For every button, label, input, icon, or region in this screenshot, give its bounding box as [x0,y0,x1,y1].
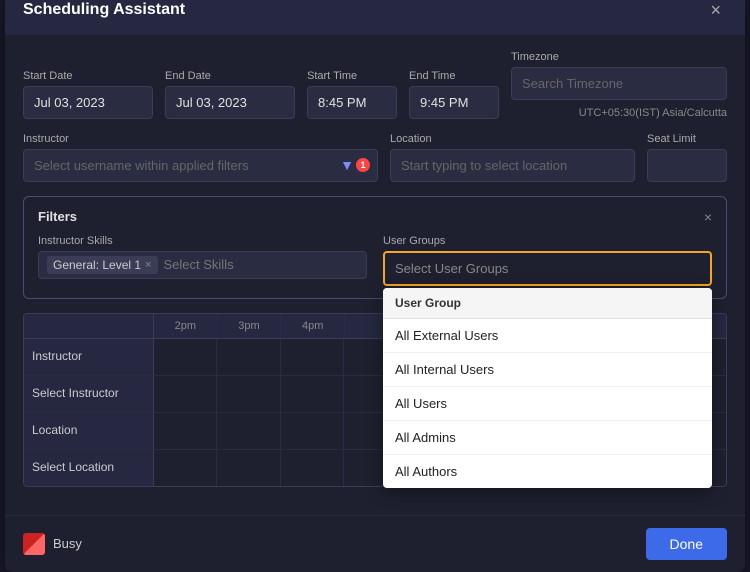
location-label: Location [390,133,635,145]
busy-label: Busy [53,536,82,551]
seat-limit-field: Seat Limit [647,133,727,182]
start-time-label: Start Time [307,70,397,82]
busy-indicator: Busy [23,533,82,555]
end-date-field: End Date [165,70,295,119]
timezone-input[interactable] [511,67,727,100]
filters-row: Instructor Skills General: Level 1 × Use… [38,235,712,286]
filter-count-badge: 1 [356,158,370,172]
start-date-field: Start Date [23,70,153,119]
skills-input[interactable] [164,257,359,272]
modal-close-button[interactable]: × [704,0,727,21]
skill-tag-remove[interactable]: × [145,259,151,271]
end-time-field: End Time [409,70,499,119]
grid-cell [154,376,217,412]
dropdown-item-4[interactable]: All Authors [383,455,712,488]
dropdown-item-1[interactable]: All Internal Users [383,353,712,387]
end-date-input[interactable] [165,86,295,119]
user-groups-label: User Groups [383,235,712,247]
user-groups-group: User Groups User Group All External User… [383,235,712,286]
filter-icon: ▼ [340,157,354,173]
instructor-label: Instructor [23,133,378,145]
modal-body: Start Date End Date Start Time End Time … [5,35,745,515]
instructor-input[interactable] [23,149,378,182]
start-time-field: Start Time [307,70,397,119]
seat-limit-label: Seat Limit [647,133,727,145]
seat-limit-input[interactable] [647,149,727,182]
grid-label-select-location: Select Location [24,450,154,486]
dropdown-item-3[interactable]: All Admins [383,421,712,455]
instructor-input-wrapper: ▼ 1 [23,149,378,182]
modal-footer: Busy Done [5,515,745,572]
location-field: Location [390,133,635,182]
filters-section: Filters × Instructor Skills General: Lev… [23,196,727,299]
filters-header: Filters × [38,209,712,225]
dropdown-header: User Group [383,288,712,319]
modal-header: Scheduling Assistant × [5,0,745,35]
start-time-input[interactable] [307,86,397,119]
grid-cell [217,376,280,412]
filters-close-button[interactable]: × [704,209,712,225]
timezone-label: Timezone [511,51,727,63]
grid-cell [154,413,217,449]
timezone-field: Timezone UTC+05:30(IST) Asia/Calcutta [511,51,727,119]
start-date-label: Start Date [23,70,153,82]
end-date-label: End Date [165,70,295,82]
instructor-row: Instructor ▼ 1 Location Seat Limit [23,133,727,182]
dates-row: Start Date End Date Start Time End Time … [23,51,727,119]
time-col-4pm: 4pm [281,314,345,338]
done-button[interactable]: Done [646,528,727,560]
grid-cell [154,450,217,486]
grid-cell [281,376,344,412]
grid-cell [281,339,344,375]
grid-cell [217,450,280,486]
dropdown-item-0[interactable]: All External Users [383,319,712,353]
filter-badge: ▼ 1 [340,157,370,173]
grid-cell [281,450,344,486]
grid-cell [217,413,280,449]
skills-input-wrapper[interactable]: General: Level 1 × [38,251,367,279]
modal-title: Scheduling Assistant [23,1,185,19]
user-groups-dropdown: User Group All External Users All Intern… [383,288,712,488]
filters-title: Filters [38,209,77,224]
skills-group: Instructor Skills General: Level 1 × [38,235,367,286]
grid-label-instructor: Instructor [24,339,154,375]
start-date-input[interactable] [23,86,153,119]
timezone-sub-text: UTC+05:30(IST) Asia/Calcutta [511,107,727,119]
grid-label-location: Location [24,413,154,449]
time-col-2pm: 2pm [154,314,218,338]
time-col-3pm: 3pm [218,314,282,338]
dropdown-item-2[interactable]: All Users [383,387,712,421]
location-input[interactable] [390,149,635,182]
grid-cell [281,413,344,449]
grid-label-select-instructor: Select Instructor [24,376,154,412]
user-groups-input-wrapper [383,251,712,286]
busy-color-swatch [23,533,45,555]
skills-label: Instructor Skills [38,235,367,247]
user-groups-input[interactable] [385,253,710,284]
scheduling-assistant-modal: Scheduling Assistant × Start Date End Da… [5,0,745,572]
grid-label-col-header [24,314,154,338]
skill-tag: General: Level 1 × [47,256,158,274]
grid-cell [154,339,217,375]
end-time-label: End Time [409,70,499,82]
instructor-field: Instructor ▼ 1 [23,133,378,182]
grid-cell [217,339,280,375]
end-time-input[interactable] [409,86,499,119]
